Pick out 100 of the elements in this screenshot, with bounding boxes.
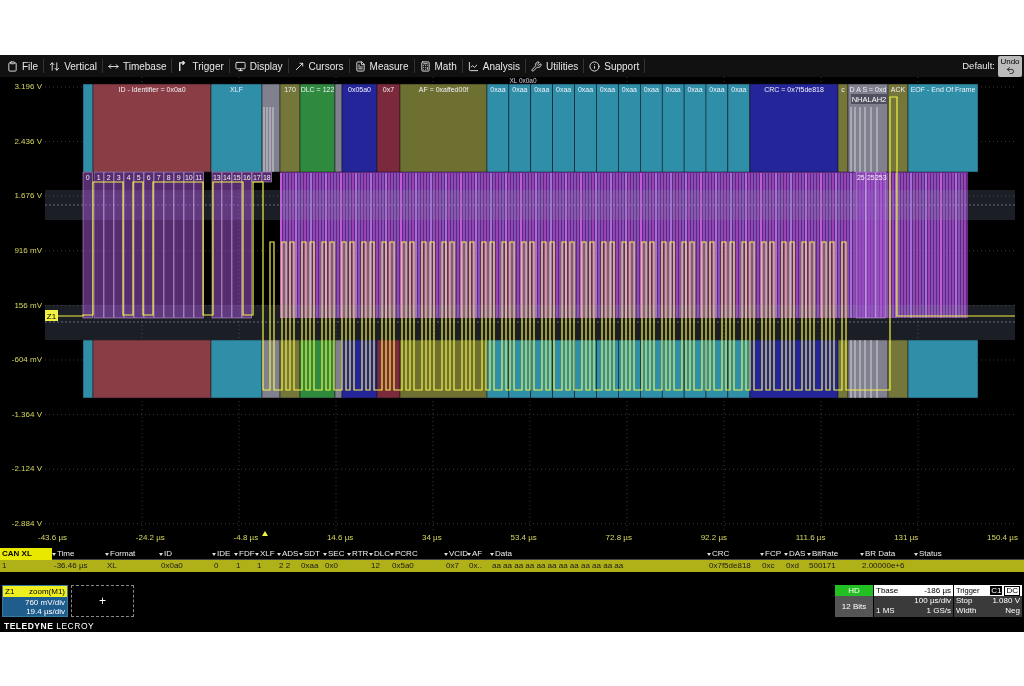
axis-label: 2.436 V [14,136,42,147]
table-cell: -36.46 µs [54,561,88,570]
axis-label: -4.8 µs [233,532,259,544]
time-per-division: 100 µs/div [914,596,951,606]
caret-icon [467,552,471,556]
column-header[interactable]: DAS [784,548,807,560]
table-cell: 0x7f5de818 [709,561,751,570]
axis-label: 916 mV [14,245,42,256]
brand-logo: TELEDYNE LECROY [4,621,95,631]
axis-label: 1.676 V [14,191,42,202]
column-header[interactable]: FCP [760,548,784,560]
axis-label: -43.6 µs [38,532,68,544]
timebase-delay: -186 µs [924,585,951,596]
axis-label: -1.364 V [11,409,42,420]
column-header[interactable]: CRC [707,548,760,560]
menu-item[interactable]: Math [414,57,462,75]
column-header[interactable]: FDF [234,548,255,560]
column-header[interactable]: IDE [212,548,234,560]
caret-icon [444,552,448,556]
table-cell: 1 [2,561,7,570]
monitor-icon [234,60,246,72]
horizontal-scale: 19.4 µs/div [26,607,65,616]
table-cell: 1 [236,561,241,570]
column-header[interactable]: RTR [347,548,369,560]
table-cell: 12 [371,561,380,570]
axis-label: -604 mV [11,355,42,366]
memory-depth: 1 MS [876,606,895,616]
column-header[interactable]: DLC [369,548,390,560]
caret-icon [369,552,373,556]
axis-label: 156 mV [14,300,42,311]
table-cell: 1 [257,561,262,570]
undo-button[interactable]: Undo [998,55,1022,77]
caret-icon [784,552,788,556]
column-header[interactable]: SEC [323,548,347,560]
menu-item[interactable]: Measure [349,57,414,75]
menu-item[interactable]: Timebase [102,57,172,75]
table-cell: aa aa aa aa aa aa aa aa aa aa aa aa [492,561,624,570]
axis-label: -24.2 µs [135,532,165,544]
sample-rate: 1 GS/s [926,606,951,616]
table-cell: 0x.. [469,561,482,570]
up-down-arrow-icon [49,60,61,72]
column-header[interactable]: SDT [299,548,323,560]
column-header[interactable]: BR Data [860,548,914,560]
axis-label: -2.124 V [11,464,42,475]
column-header[interactable]: ID [159,548,212,560]
table-cell: 0 [214,561,219,570]
trigger-marker-icon [262,531,268,536]
menu-item[interactable]: Support [584,57,645,75]
column-header[interactable]: PCRC [390,548,444,560]
diagonal-arrow-icon [293,60,305,72]
table-cell: 0x5a0 [392,561,414,570]
info-icon [589,60,601,72]
axis-label: 14.6 µs [326,532,354,544]
table-cell: 2.00000e+6 [862,561,905,570]
table-cell: 0xd [786,561,799,570]
hd-badge: HD [835,585,873,596]
caret-icon [255,552,259,556]
add-trace-button[interactable]: + [71,585,134,617]
column-header[interactable]: Format [105,548,159,560]
calculator-icon [419,60,431,72]
column-header[interactable]: VCID [444,548,467,560]
menu-item[interactable]: Cursors [288,57,349,75]
menu-item[interactable]: Vertical [44,57,102,75]
trigger-mode: Stop [956,596,973,606]
table-cell: 2 2 [279,561,291,570]
caret-icon [760,552,764,556]
vertical-scale: 760 mV/div [24,598,65,607]
column-header[interactable]: Status [914,548,1024,560]
caret-icon [234,552,238,556]
axis-label: 92.2 µs [700,532,728,544]
acquisition-panel[interactable]: HD 12 Bits [835,585,873,617]
menu-item[interactable]: Analysis [462,57,525,75]
column-header[interactable]: BitRate [807,548,860,560]
trigger-level: 1.080 V [992,596,1020,606]
timebase-title: Tbase [876,585,899,596]
table-cell: 0x7 [446,561,459,570]
column-header[interactable]: Time [52,548,105,560]
menu-item[interactable]: Utilities [526,57,584,75]
column-header[interactable]: AF [467,548,490,560]
source-badge: C1 [990,586,1003,595]
table-cell: 0xaa [301,561,319,570]
axis-label: 111.6 µs [795,532,826,544]
caret-icon [52,552,56,556]
coupling-badge: DC [1004,585,1020,596]
column-header[interactable]: XLF [255,548,277,560]
menu-item[interactable]: File [2,57,44,75]
column-header[interactable]: ADS [277,548,299,560]
table-cell: 0x0 [325,561,338,570]
axis-label: 3.196 V [14,82,42,92]
axis-label: 53.4 µs [510,532,537,544]
menu-item[interactable]: Trigger [172,57,229,75]
bit-depth: 12 Bits [835,596,873,617]
zoom-descriptor[interactable]: Z1 zoom(M1) 760 mV/div 19.4 µs/div [2,585,68,617]
table-cell: XL [107,561,117,570]
column-header[interactable]: Data [490,548,707,560]
trigger-type: Width [956,606,977,616]
decoder-label: CAN XL [0,548,52,560]
menu-item[interactable]: Display [229,57,288,75]
trigger-slope: Neg [1005,606,1020,616]
caret-icon [860,552,864,556]
